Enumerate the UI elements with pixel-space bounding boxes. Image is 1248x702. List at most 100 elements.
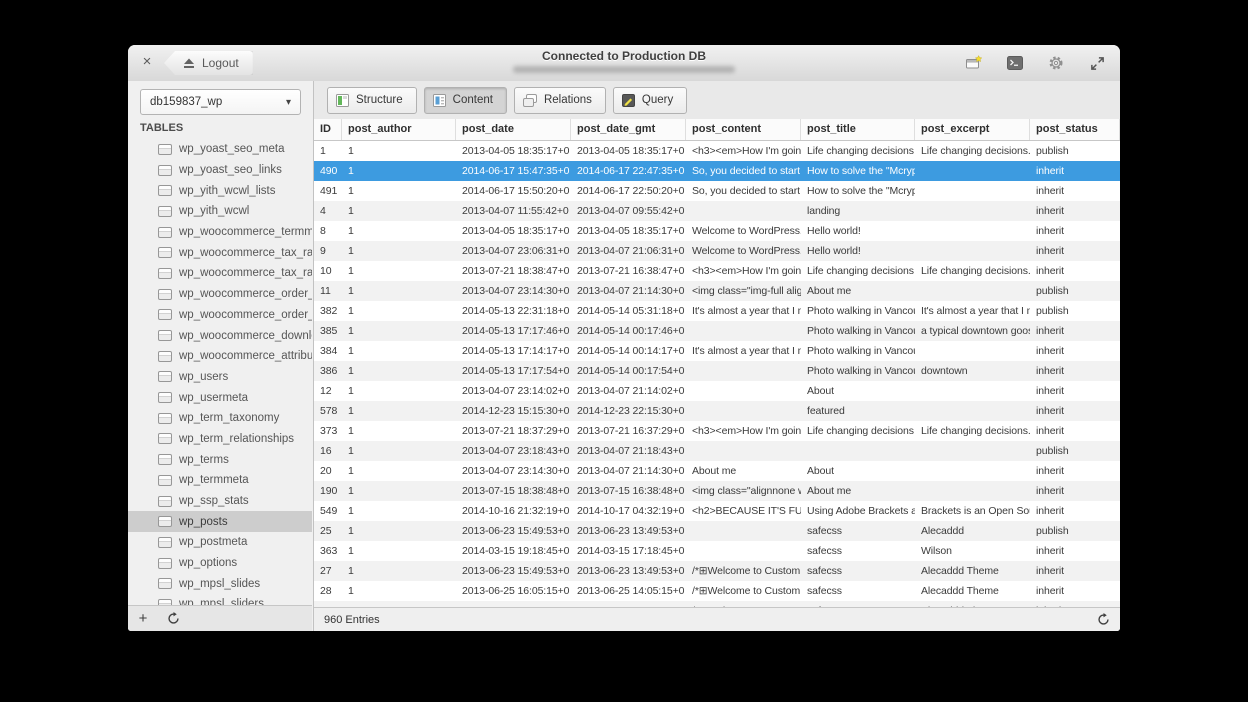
sidebar-item-wp_posts[interactable]: wp_posts bbox=[128, 511, 312, 532]
fullscreen-icon[interactable] bbox=[1088, 55, 1106, 71]
table-row[interactable]: 38212014-05-13 22:31:18+02014-05-14 05:3… bbox=[314, 301, 1120, 321]
sidebar-item-wp_options[interactable]: wp_options bbox=[128, 553, 312, 574]
sidebar-item-wp_woocommerce_tax_rate_loca...[interactable]: wp_woocommerce_tax_rate_loca... bbox=[128, 242, 312, 263]
sidebar-item-wp_term_taxonomy[interactable]: wp_term_taxonomy bbox=[128, 408, 312, 429]
sidebar-item-wp_ssp_stats[interactable]: wp_ssp_stats bbox=[128, 491, 312, 512]
table-row[interactable]: 49112014-06-17 15:50:20+02014-06-17 22:5… bbox=[314, 181, 1120, 201]
cell-post_author: 1 bbox=[342, 461, 456, 481]
cell-post_author: 1 bbox=[342, 381, 456, 401]
table-row[interactable]: 38412014-05-13 17:14:17+02014-05-14 00:1… bbox=[314, 341, 1120, 361]
sidebar-item-wp_postmeta[interactable]: wp_postmeta bbox=[128, 532, 312, 553]
table-row[interactable]: 812013-04-05 18:35:17+02013-04-05 18:35:… bbox=[314, 221, 1120, 241]
tab-structure[interactable]: Structure bbox=[327, 87, 417, 114]
column-header-post_date_gmt[interactable]: post_date_gmt bbox=[571, 119, 686, 140]
sidebar-item-wp_yoast_seo_meta[interactable]: wp_yoast_seo_meta bbox=[128, 139, 312, 160]
column-header-ID[interactable]: ID bbox=[314, 119, 342, 140]
table-name-label: wp_terms bbox=[179, 454, 229, 466]
cell-post_author: 1 bbox=[342, 361, 456, 381]
column-header-post_author[interactable]: post_author bbox=[342, 119, 456, 140]
sidebar-item-wp_term_relationships[interactable]: wp_term_relationships bbox=[128, 429, 312, 450]
cell-post_content: <img class="alignnone w bbox=[686, 481, 801, 501]
cell-post_content: It's almost a year that I m bbox=[686, 301, 801, 321]
table-row[interactable]: 19012013-07-15 18:38:48+02013-07-15 16:3… bbox=[314, 481, 1120, 501]
cell-post_date: 2013-04-07 23:14:30+0 bbox=[456, 461, 571, 481]
cell-post_content bbox=[686, 381, 801, 401]
terminal-icon[interactable] bbox=[1006, 55, 1024, 71]
table-row[interactable]: 2012013-04-07 23:14:30+02013-04-07 21:14… bbox=[314, 461, 1120, 481]
settings-gear-icon[interactable] bbox=[1047, 55, 1065, 71]
sidebar-item-wp_woocommerce_attribute_tax...[interactable]: wp_woocommerce_attribute_tax... bbox=[128, 346, 312, 367]
cell-post_date: 2014-12-23 15:15:30+0 bbox=[456, 401, 571, 421]
cell-post_title: Photo walking in Vancouv bbox=[801, 321, 915, 341]
table-icon bbox=[158, 454, 172, 465]
cell-post_date: 2013-06-23 15:49:53+0 bbox=[456, 521, 571, 541]
add-table-button[interactable]: + bbox=[128, 606, 158, 631]
table-icon bbox=[158, 185, 172, 196]
cell-post_excerpt bbox=[915, 381, 1030, 401]
cell-post_date_gmt: 2013-04-07 09:55:42+0 bbox=[571, 201, 686, 221]
cell-post_date: 2013-07-21 18:37:29+0 bbox=[456, 421, 571, 441]
sidebar-item-wp_termmeta[interactable]: wp_termmeta bbox=[128, 470, 312, 491]
sidebar-item-wp_woocommerce_order_itemm...[interactable]: wp_woocommerce_order_itemm... bbox=[128, 305, 312, 326]
column-header-post_content[interactable]: post_content bbox=[686, 119, 801, 140]
cell-post_content bbox=[686, 521, 801, 541]
table-row[interactable]: 112013-04-05 18:35:17+02013-04-05 18:35:… bbox=[314, 141, 1120, 161]
cell-post_author: 1 bbox=[342, 321, 456, 341]
sidebar-item-wp_yith_wcwl[interactable]: wp_yith_wcwl bbox=[128, 201, 312, 222]
query-icon bbox=[622, 94, 635, 107]
table-row[interactable]: 38512014-05-13 17:17:46+02014-05-14 00:1… bbox=[314, 321, 1120, 341]
tab-query[interactable]: Query bbox=[613, 87, 687, 114]
table-row[interactable]: 1112013-04-07 23:14:30+02013-04-07 21:14… bbox=[314, 281, 1120, 301]
close-window-button[interactable]: × bbox=[137, 52, 157, 72]
table-row[interactable]: 54912014-10-16 21:32:19+02014-10-17 04:3… bbox=[314, 501, 1120, 521]
table-row[interactable]: 38612014-05-13 17:17:54+02014-05-14 00:1… bbox=[314, 361, 1120, 381]
sidebar-item-wp_woocommerce_order_items[interactable]: wp_woocommerce_order_items bbox=[128, 284, 312, 305]
table-row[interactable]: 49012014-06-17 15:47:35+02014-06-17 22:4… bbox=[314, 161, 1120, 181]
cell-post_status: inherit bbox=[1030, 201, 1120, 221]
table-icon bbox=[158, 496, 172, 507]
reload-tables-button[interactable] bbox=[158, 606, 188, 631]
table-icon bbox=[158, 206, 172, 217]
table-row[interactable]: 57812014-12-23 15:15:30+02014-12-23 22:1… bbox=[314, 401, 1120, 421]
column-header-post_date[interactable]: post_date bbox=[456, 119, 571, 140]
cell-post_date: 2013-07-15 18:38:48+0 bbox=[456, 481, 571, 501]
cell-post_content: So, you decided to start u bbox=[686, 161, 801, 181]
column-header-post_status[interactable]: post_status bbox=[1030, 119, 1120, 140]
sidebar-item-wp_woocommerce_downloadabl...[interactable]: wp_woocommerce_downloadabl... bbox=[128, 325, 312, 346]
table-row[interactable]: 412013-04-07 11:55:42+02013-04-07 09:55:… bbox=[314, 201, 1120, 221]
column-header-post_excerpt[interactable]: post_excerpt bbox=[915, 119, 1030, 140]
database-selector[interactable]: db159837_wp ▾ bbox=[140, 89, 301, 115]
cell-post_status: inherit bbox=[1030, 221, 1120, 241]
table-row[interactable]: 1612013-04-07 23:18:43+02013-04-07 21:18… bbox=[314, 441, 1120, 461]
reload-grid-button[interactable] bbox=[1097, 613, 1110, 626]
table-row[interactable]: 1012013-07-21 18:38:47+02013-07-21 16:38… bbox=[314, 261, 1120, 281]
table-row[interactable]: 2812013-06-25 16:05:15+02013-06-25 14:05… bbox=[314, 581, 1120, 601]
table-row[interactable]: 912013-04-07 23:06:31+02013-04-07 21:06:… bbox=[314, 241, 1120, 261]
cell-post_status: publish bbox=[1030, 521, 1120, 541]
cell-post_date: 2013-07-21 18:38:47+0 bbox=[456, 261, 571, 281]
new-connection-icon[interactable] bbox=[965, 55, 983, 71]
sidebar-item-wp_yith_wcwl_lists[interactable]: wp_yith_wcwl_lists bbox=[128, 180, 312, 201]
column-header-post_title[interactable]: post_title bbox=[801, 119, 915, 140]
table-icon bbox=[158, 433, 172, 444]
sidebar-item-wp_woocommerce_termmeta[interactable]: wp_woocommerce_termmeta bbox=[128, 222, 312, 243]
table-icon bbox=[158, 289, 172, 300]
logout-button[interactable]: Logout bbox=[164, 51, 253, 75]
sidebar-item-wp_users[interactable]: wp_users bbox=[128, 367, 312, 388]
table-row[interactable]: 37312013-07-21 18:37:29+02013-07-21 16:3… bbox=[314, 421, 1120, 441]
table-row[interactable]: 2512013-06-23 15:49:53+02013-06-23 13:49… bbox=[314, 521, 1120, 541]
cell-post_date_gmt: 2013-04-07 21:18:43+0 bbox=[571, 441, 686, 461]
table-row[interactable]: 2712013-06-23 15:49:53+02013-06-23 13:49… bbox=[314, 561, 1120, 581]
sidebar-item-wp_mpsl_slides[interactable]: wp_mpsl_slides bbox=[128, 573, 312, 594]
sidebar-item-wp_usermeta[interactable]: wp_usermeta bbox=[128, 387, 312, 408]
sidebar-item-wp_woocommerce_tax_rates[interactable]: wp_woocommerce_tax_rates bbox=[128, 263, 312, 284]
tab-content[interactable]: Content bbox=[424, 87, 507, 114]
table-row[interactable]: 1212013-04-07 23:14:02+02013-04-07 21:14… bbox=[314, 381, 1120, 401]
sidebar-item-wp_yoast_seo_links[interactable]: wp_yoast_seo_links bbox=[128, 160, 312, 181]
tab-relations[interactable]: Relations bbox=[514, 87, 606, 114]
cell-ID: 549 bbox=[314, 501, 342, 521]
table-row[interactable]: 36312014-03-15 19:18:45+02014-03-15 17:1… bbox=[314, 541, 1120, 561]
sidebar-item-wp_terms[interactable]: wp_terms bbox=[128, 449, 312, 470]
tables-section-label: TABLES bbox=[140, 122, 183, 134]
cell-ID: 190 bbox=[314, 481, 342, 501]
